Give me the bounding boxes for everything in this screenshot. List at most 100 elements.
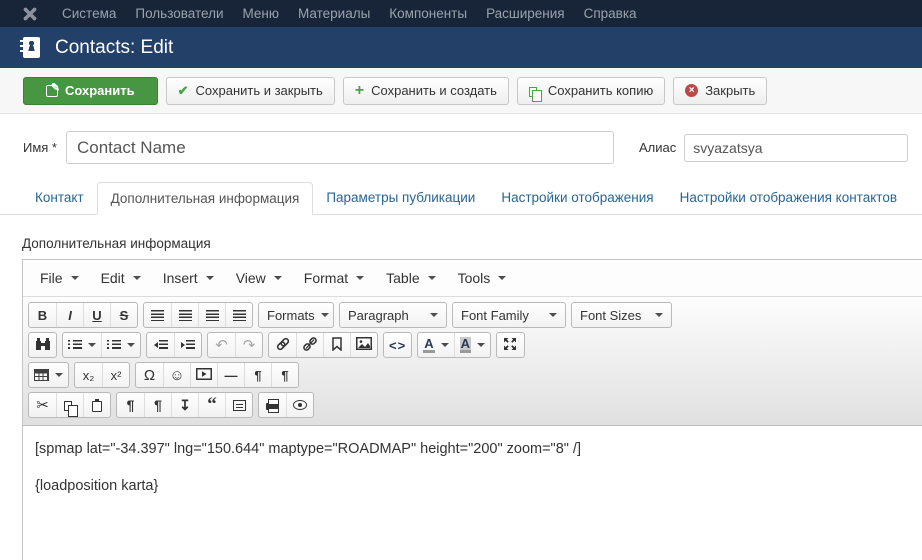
alias-input[interactable]	[684, 134, 908, 162]
insert-image-button[interactable]	[350, 333, 377, 357]
insert-link-button[interactable]	[269, 333, 296, 357]
caret-down-icon	[71, 276, 79, 280]
bold-button[interactable]: B	[29, 303, 56, 327]
menu-menus[interactable]: Меню	[243, 6, 280, 21]
align-right-icon	[206, 310, 219, 321]
special-character-button[interactable]: Ω	[136, 363, 163, 387]
underline-button[interactable]: U	[83, 303, 110, 327]
save-new-button[interactable]: + Сохранить и создать	[343, 77, 509, 105]
menu-content[interactable]: Материалы	[298, 6, 370, 21]
contacts-icon	[23, 37, 40, 58]
copy-button[interactable]	[56, 393, 83, 417]
numbered-list-button[interactable]	[101, 333, 140, 357]
visual-chars-button[interactable]: ¶	[144, 393, 171, 417]
emoticons-button[interactable]: ☺	[163, 363, 190, 387]
pagebreak-button[interactable]: ↧	[171, 393, 198, 417]
binoculars-icon	[35, 337, 51, 354]
paste-button[interactable]	[83, 393, 110, 417]
horizontal-rule-button[interactable]: —	[217, 363, 244, 387]
redo-button[interactable]: ↷	[235, 333, 262, 357]
mce-menu-edit[interactable]: Edit	[90, 264, 152, 292]
align-justify-icon	[233, 310, 246, 321]
undo-icon: ↶	[215, 336, 228, 354]
smiley-icon: ☺	[169, 367, 184, 384]
save-button[interactable]: Сохранить	[23, 77, 158, 105]
italic-button[interactable]: I	[56, 303, 83, 327]
align-left-button[interactable]	[144, 303, 171, 327]
outdent-button[interactable]	[147, 333, 174, 357]
preview-button[interactable]	[286, 393, 313, 417]
find-replace-button[interactable]	[29, 333, 56, 357]
subscript-button[interactable]: x₂	[75, 363, 102, 387]
caret-down-icon	[428, 276, 436, 280]
editor-toolbars: B I U S Formats Paragraph Font Family	[23, 297, 922, 426]
table-icon	[34, 369, 49, 381]
text-color-button[interactable]: A	[418, 333, 453, 357]
mce-menu-table[interactable]: Table	[375, 264, 446, 292]
font-sizes-dropdown[interactable]: Font Sizes	[572, 303, 671, 327]
outdent-icon	[154, 340, 168, 351]
tab-display[interactable]: Настройки отображения	[488, 182, 666, 215]
font-family-dropdown[interactable]: Font Family	[453, 303, 565, 327]
mce-menu-file[interactable]: File	[29, 264, 90, 292]
remove-link-button[interactable]	[296, 333, 323, 357]
caret-down-icon	[55, 373, 63, 377]
menu-components[interactable]: Компоненты	[389, 6, 467, 21]
blockquote-button[interactable]: “	[198, 393, 225, 417]
mce-menu-tools[interactable]: Tools	[447, 264, 518, 292]
menu-extensions[interactable]: Расширения	[486, 6, 565, 21]
mce-menu-insert[interactable]: Insert	[152, 264, 225, 292]
template-icon	[233, 400, 246, 411]
menu-users[interactable]: Пользователи	[135, 6, 223, 21]
bullet-list-button[interactable]	[63, 333, 101, 357]
name-input[interactable]	[66, 131, 614, 164]
paragraph-dropdown[interactable]: Paragraph	[340, 303, 446, 327]
clipboard-icon	[92, 401, 102, 412]
link-icon	[275, 336, 291, 355]
tab-misc-info[interactable]: Дополнительная информация	[97, 182, 314, 215]
menu-help[interactable]: Справка	[584, 6, 637, 21]
rich-text-editor: File Edit Insert View Format Table Tools…	[22, 259, 922, 560]
scissors-icon: ✂	[36, 396, 49, 414]
align-right-button[interactable]	[198, 303, 225, 327]
editor-content-area[interactable]: [spmap lat="-34.397" lng="150.644" mapty…	[23, 426, 922, 560]
tab-contact-display[interactable]: Настройки отображения контактов	[667, 182, 910, 215]
mce-menu-format[interactable]: Format	[293, 264, 375, 292]
superscript-button[interactable]: x²	[102, 363, 129, 387]
editor-text-line: [spmap lat="-34.397" lng="150.644" mapty…	[35, 441, 910, 457]
tab-contact[interactable]: Контакт	[22, 182, 97, 215]
print-button[interactable]	[259, 393, 286, 417]
table-button[interactable]	[29, 363, 68, 387]
admin-menubar: Система Пользователи Меню Материалы Комп…	[0, 0, 922, 27]
ltr-button[interactable]: ¶	[244, 363, 271, 387]
source-code-button[interactable]: <>	[384, 333, 411, 357]
insert-media-button[interactable]	[190, 363, 217, 387]
template-button[interactable]	[225, 393, 252, 417]
align-center-button[interactable]	[171, 303, 198, 327]
undo-button[interactable]: ↶	[208, 333, 235, 357]
menu-system[interactable]: Система	[62, 6, 116, 21]
save-copy-button[interactable]: Сохранить копию	[517, 77, 665, 105]
close-button[interactable]: × Закрыть	[673, 77, 767, 105]
align-justify-button[interactable]	[225, 303, 252, 327]
rtl-paragraph-icon: ¶	[281, 368, 288, 383]
image-icon	[356, 337, 372, 353]
fullscreen-button[interactable]	[497, 333, 524, 357]
save-close-button[interactable]: ✔ Сохранить и закрыть	[166, 77, 335, 105]
tab-publishing[interactable]: Параметры публикации	[313, 182, 488, 215]
indent-button[interactable]	[174, 333, 201, 357]
anchor-button[interactable]	[323, 333, 350, 357]
toolbar-row-1: B I U S Formats Paragraph Font Family	[27, 300, 918, 330]
visual-blocks-button[interactable]: ¶	[117, 393, 144, 417]
align-left-icon	[151, 310, 164, 321]
rtl-button[interactable]: ¶	[271, 363, 298, 387]
strikethrough-button[interactable]: S	[110, 303, 137, 327]
background-color-button[interactable]: A	[454, 333, 490, 357]
cut-button[interactable]: ✂	[29, 393, 56, 417]
blockquote-icon: “	[207, 400, 217, 410]
formats-dropdown[interactable]: Formats	[259, 303, 333, 327]
background-color-icon: A	[460, 337, 471, 353]
mce-menu-view[interactable]: View	[225, 264, 293, 292]
joomla-logo-icon	[22, 6, 38, 22]
close-circle-icon: ×	[685, 84, 698, 97]
